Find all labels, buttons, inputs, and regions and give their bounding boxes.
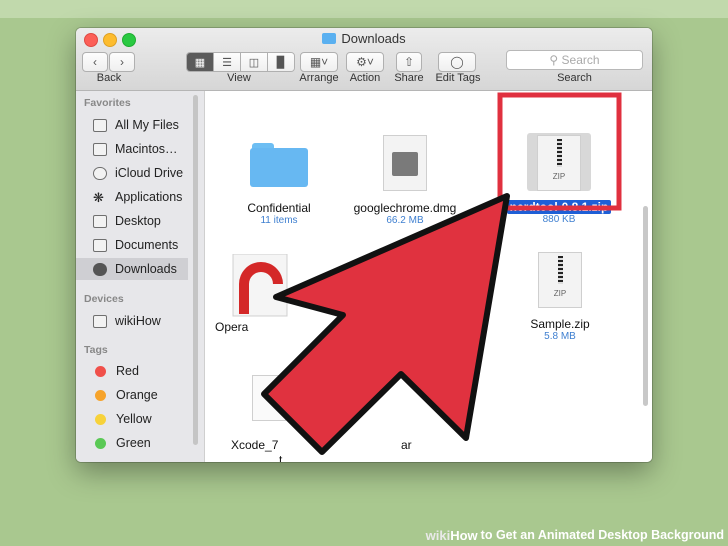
arrow-icon — [261, 193, 510, 455]
footer-brand: wiki — [425, 527, 451, 543]
footer-caption: wiki How to Get an Animated Desktop Back… — [426, 526, 724, 544]
annotation-overlay — [261, 92, 622, 455]
footer-how: How — [450, 527, 478, 543]
highlight-box — [497, 92, 622, 211]
footer-title: to Get an Animated Desktop Background — [480, 528, 724, 542]
